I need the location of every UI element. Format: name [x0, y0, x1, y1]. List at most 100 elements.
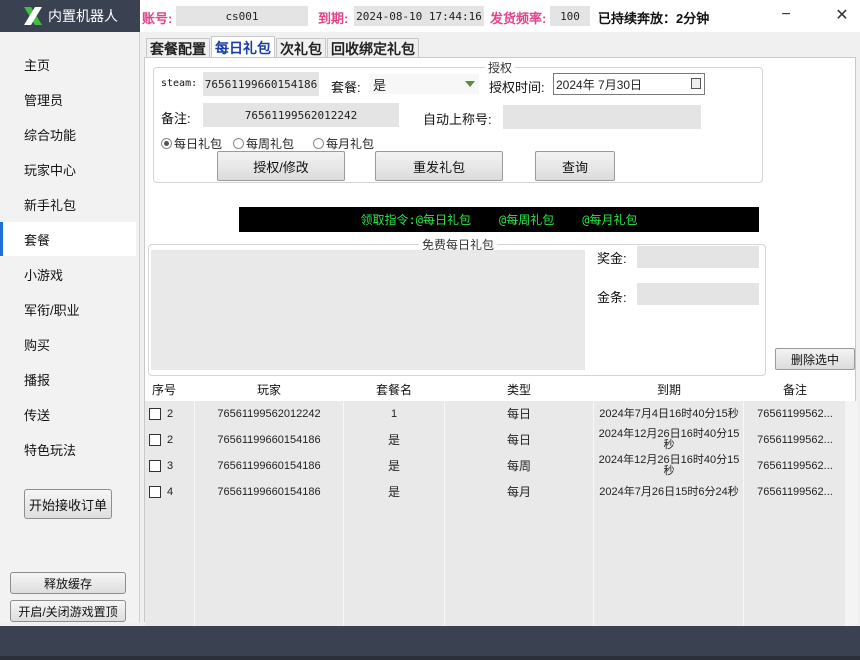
command-monthly: @每月礼包 [582, 213, 638, 227]
row-note: 76561199562... [757, 407, 833, 420]
table-row[interactable]: 2 76561199660154186 是 每日 2024年12月26日16时4… [145, 427, 845, 453]
table-row[interactable]: 3 76561199660154186 是 每周 2024年12月26日16时4… [145, 453, 845, 479]
tab-recycle-bound-pack[interactable]: 回收绑定礼包 [327, 38, 419, 58]
sidebar-item-label: 特色玩法 [24, 442, 77, 458]
free-daily-list[interactable] [151, 250, 585, 370]
sidebar-item-teleport[interactable]: 传送 [0, 397, 136, 431]
note-label: 备注: [161, 111, 191, 126]
command-text: 领取指令:@每日礼包 [361, 211, 471, 228]
auth-time-picker[interactable]: 2024年 7月30日 [553, 73, 705, 95]
balance-field[interactable] [637, 283, 759, 305]
col-header-expire: 到期 [656, 383, 681, 397]
row-expire: 2024年12月26日16时40分15秒 [598, 428, 740, 451]
calendar-icon [691, 78, 701, 89]
release-cache-button[interactable]: 释放缓存 [10, 572, 126, 594]
row-expire: 2024年7月4日16时40分15秒 [599, 407, 739, 420]
sidebar-item-newbie-pack[interactable]: 新手礼包 [0, 187, 136, 221]
row-id-cell: 2 [149, 427, 194, 453]
sidebar-item-broadcast[interactable]: 播报 [0, 362, 136, 396]
sidebar-item-player-center[interactable]: 玩家中心 [0, 152, 136, 186]
resend-pack-button[interactable]: 重发礼包 [375, 151, 503, 181]
row-note: 76561199562... [757, 433, 833, 446]
row-id: 2 [167, 407, 174, 420]
row-expire: 2024年7月26日15时6分24秒 [599, 485, 739, 498]
sidebar-item-minigame[interactable]: 小游戏 [0, 257, 136, 291]
note-field[interactable]: 76561199562012242 [203, 103, 399, 127]
row-id: 4 [167, 485, 174, 498]
query-button[interactable]: 查询 [535, 151, 615, 181]
sidebar-item-admin[interactable]: 管理员 [0, 82, 136, 116]
delete-selected-button[interactable]: 删除选中 [775, 348, 855, 370]
row-type: 每周 [506, 458, 531, 473]
row-player: 76561199660154186 [217, 485, 321, 498]
package-select[interactable]: 是 [369, 74, 479, 94]
sidebar: 主页 管理员 综合功能 玩家中心 新手礼包 套餐 小游戏 军衔/职业 购买 播报… [0, 32, 140, 622]
minimize-icon: − [781, 6, 791, 23]
row-note: 76561199562... [757, 459, 833, 472]
package-select-value: 是 [373, 77, 387, 93]
table-row[interactable]: 4 76561199660154186 是 每月 2024年7月26日15时6分… [145, 479, 845, 505]
command-daily: @每日礼包 [415, 213, 471, 227]
account-label: 账号: [142, 11, 173, 26]
command-weekly: @每周礼包 [499, 213, 555, 227]
sidebar-item-label: 小游戏 [24, 267, 64, 283]
app-title: 内置机器人 [48, 8, 118, 24]
tab-bar: 套餐配置 每日礼包 次礼包 回收绑定礼包 [146, 36, 420, 58]
sidebar-item-home[interactable]: 主页 [0, 47, 136, 81]
logo-x-icon [22, 5, 44, 27]
freq-field[interactable]: 100 [550, 6, 590, 26]
sidebar-item-label: 新手礼包 [24, 197, 77, 213]
sidebar-item-label: 主页 [24, 57, 51, 73]
row-checkbox[interactable] [149, 460, 161, 472]
minimize-button[interactable]: − [774, 4, 798, 26]
close-button[interactable]: ✕ [830, 4, 854, 26]
row-checkbox[interactable] [149, 434, 161, 446]
sidebar-item-rank[interactable]: 军衔/职业 [0, 292, 136, 326]
sidebar-item-package[interactable]: 套餐 [0, 222, 136, 256]
row-checkbox[interactable] [149, 486, 161, 498]
auto-title-label: 自动上称号: [423, 112, 492, 127]
radio-monthly[interactable]: 每月礼包 [313, 135, 374, 152]
toggle-topmost-button[interactable]: 开启/关闭游戏置顶 [10, 600, 126, 622]
row-package: 是 [387, 458, 400, 473]
title-bar: 内置机器人 账号: cs001 到期: 2024-08-10 17:44:16 … [0, 0, 860, 32]
row-type: 每日 [506, 432, 531, 447]
main-content: 套餐配置 每日礼包 次礼包 回收绑定礼包 授权 steam: 765611996… [142, 32, 857, 641]
row-player: 76561199660154186 [217, 459, 321, 472]
radio-daily-label: 每日礼包 [174, 137, 223, 151]
table-row[interactable]: 2 76561199562012242 1 每日 2024年7月4日16时40分… [145, 401, 845, 427]
row-type: 每日 [506, 406, 531, 421]
tab-count-pack[interactable]: 次礼包 [276, 38, 326, 58]
radio-monthly-label: 每月礼包 [326, 137, 375, 151]
running-status: 已持续奔放：2分钟 [598, 11, 710, 26]
col-header-id: 序号 [151, 383, 176, 397]
sidebar-item-purchase[interactable]: 购买 [0, 327, 136, 361]
package-table[interactable]: 2 76561199562012242 1 每日 2024年7月4日16时40分… [145, 401, 845, 641]
expire-label: 到期: [318, 11, 349, 26]
radio-daily[interactable]: 每日礼包 [161, 135, 222, 152]
col-header-player: 玩家 [256, 383, 281, 397]
row-id: 3 [167, 459, 174, 472]
steam-field[interactable]: 76561199660154186 [203, 72, 319, 96]
sidebar-item-special[interactable]: 特色玩法 [0, 432, 136, 466]
chevron-down-icon [465, 81, 475, 87]
sidebar-item-label: 购买 [24, 337, 51, 353]
row-package: 是 [387, 432, 400, 447]
radio-monthly-indicator [313, 138, 324, 149]
sidebar-item-general[interactable]: 综合功能 [0, 117, 136, 151]
tab-daily-pack[interactable]: 每日礼包 [211, 36, 275, 58]
bonus-field[interactable] [637, 246, 759, 268]
sidebar-item-label: 玩家中心 [24, 162, 77, 178]
start-orders-button[interactable]: 开始接收订单 [24, 489, 112, 519]
tab-package-config[interactable]: 套餐配置 [146, 38, 210, 58]
col-header-note: 备注 [782, 383, 807, 397]
expire-field[interactable]: 2024-08-10 17:44:16 [354, 6, 484, 26]
row-note: 76561199562... [757, 485, 833, 498]
auto-title-field[interactable] [503, 105, 701, 129]
radio-weekly[interactable]: 每周礼包 [233, 135, 294, 152]
authorize-button[interactable]: 授权/修改 [217, 151, 345, 181]
account-field[interactable]: cs001 [176, 6, 308, 26]
row-checkbox[interactable] [149, 408, 161, 420]
balance-label: 金条: [597, 290, 627, 305]
table-scrollbar[interactable] [845, 401, 857, 641]
